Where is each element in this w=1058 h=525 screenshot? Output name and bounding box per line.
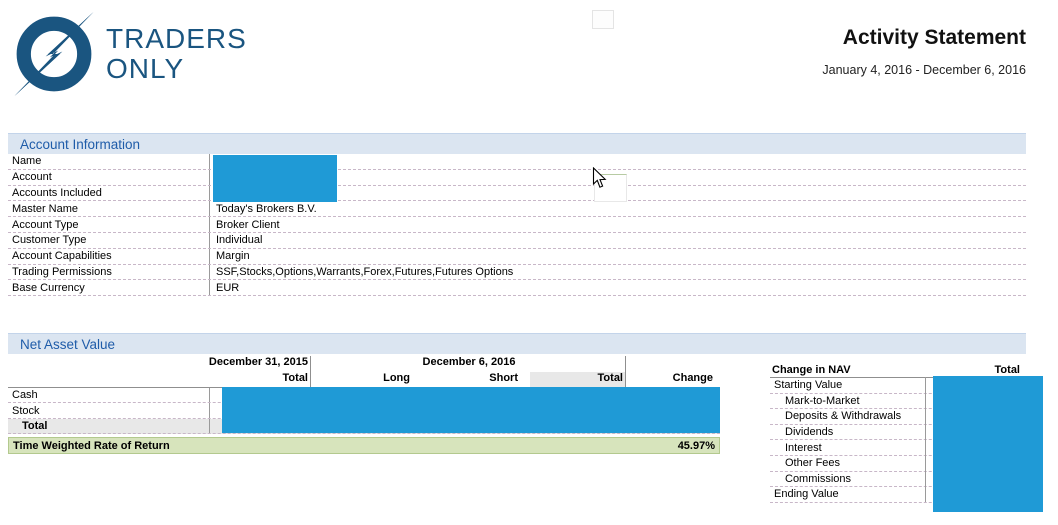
row-label: Account Capabilities — [8, 249, 210, 264]
table-row: Accounts Included — [8, 186, 1026, 202]
brand-logo: TRADERS ONLY — [12, 12, 247, 96]
row-label: Account — [8, 170, 210, 185]
twrr-bar: Time Weighted Rate of Return 45.97% — [8, 437, 720, 454]
row-value: EUR — [210, 282, 239, 294]
redaction-box — [213, 155, 337, 202]
table-row: Master Name Today's Brokers B.V. — [8, 201, 1026, 217]
redaction-box — [222, 387, 720, 433]
account-information-table: Name Account Accounts Included Master Na… — [8, 154, 1026, 296]
row-label: Customer Type — [8, 233, 210, 248]
change-in-nav-total-header: Total — [995, 364, 1020, 376]
table-row: Base Currency EUR — [8, 280, 1026, 296]
traders-only-logo-icon — [12, 12, 96, 96]
row-label: Stock — [8, 403, 210, 417]
row-value: Margin — [210, 250, 250, 262]
brand-line-traders: TRADERS — [106, 25, 247, 53]
mouse-cursor-icon — [592, 167, 607, 189]
row-label: Accounts Included — [8, 186, 210, 201]
brand-line-only: ONLY — [106, 55, 247, 83]
row-label: Base Currency — [8, 280, 210, 295]
row-label: Master Name — [8, 201, 210, 216]
page-title: Activity Statement — [822, 26, 1026, 50]
column-group-dec-2016: December 6, 2016 — [312, 356, 626, 368]
row-value: Individual — [210, 234, 262, 246]
column-header-short: Short — [418, 372, 518, 387]
column-divider — [925, 377, 926, 502]
brand-name: TRADERS ONLY — [106, 25, 247, 83]
faint-ui-artifact — [592, 10, 614, 29]
report-title-block: Activity Statement January 4, 2016 - Dec… — [822, 26, 1026, 77]
net-asset-value-section: Net Asset Value December 31, 2015 Decemb… — [8, 333, 1026, 515]
row-value: Today's Brokers B.V. — [210, 203, 317, 215]
row-label: Name — [8, 154, 210, 169]
redaction-box — [933, 376, 1043, 512]
table-row: Customer Type Individual — [8, 233, 1026, 249]
activity-statement-page: TRADERS ONLY Activity Statement January … — [0, 0, 1058, 525]
row-label: Account Type — [8, 217, 210, 232]
row-label: Total — [8, 419, 210, 433]
row-label: Cash — [8, 388, 210, 402]
table-row: Account Type Broker Client — [8, 217, 1026, 233]
twrr-label: Time Weighted Rate of Return — [13, 440, 170, 452]
account-information-section: Account Information Name Account Account… — [8, 133, 1026, 296]
column-header-total-2015: Total — [8, 372, 308, 387]
table-row: Name — [8, 154, 1026, 170]
column-group-dec-2015: December 31, 2015 — [8, 356, 308, 368]
row-value: Broker Client — [210, 219, 280, 231]
table-row: Account — [8, 170, 1026, 186]
table-row: Trading Permissions SSF,Stocks,Options,W… — [8, 265, 1026, 281]
row-label: Trading Permissions — [8, 265, 210, 280]
account-information-header: Account Information — [8, 133, 1026, 154]
report-date-range: January 4, 2016 - December 6, 2016 — [822, 63, 1026, 77]
table-row: Account Capabilities Margin — [8, 249, 1026, 265]
column-header-long: Long — [310, 372, 410, 387]
twrr-value: 45.97% — [678, 440, 715, 452]
change-in-nav-title: Change in NAV — [772, 364, 851, 376]
net-asset-value-header: Net Asset Value — [8, 333, 1026, 354]
column-header-change: Change — [613, 372, 713, 387]
row-value: SSF,Stocks,Options,Warrants,Forex,Future… — [210, 266, 513, 278]
column-header-total-2016: Total — [530, 372, 625, 387]
